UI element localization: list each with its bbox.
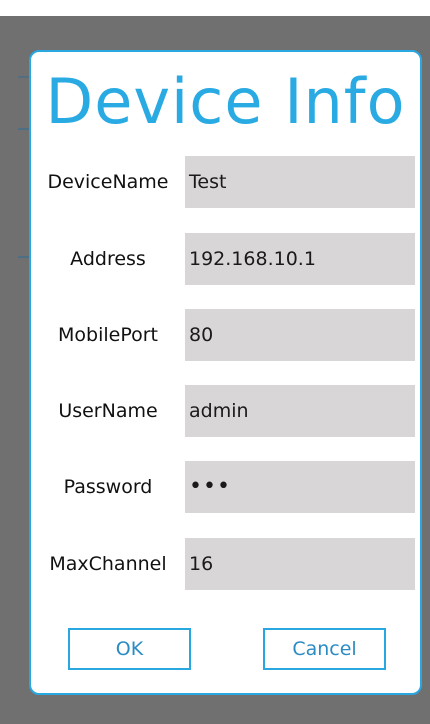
max-channel-input[interactable]: 16 (185, 538, 415, 590)
address-input[interactable]: 192.168.10.1 (185, 233, 415, 285)
device-name-row: DeviceName Test (31, 156, 420, 208)
max-channel-label: MaxChannel (49, 553, 167, 575)
max-channel-row: MaxChannel 16 (31, 538, 420, 590)
address-row: Address 192.168.10.1 (31, 233, 420, 285)
mobile-port-label: MobilePort (58, 324, 158, 346)
password-row: Password ••• (31, 461, 420, 513)
status-bar (0, 0, 430, 16)
mobile-port-row: MobilePort 80 (31, 309, 420, 361)
password-input[interactable]: ••• (185, 461, 415, 513)
ok-button[interactable]: OK (68, 628, 191, 670)
mobile-port-input[interactable]: 80 (185, 309, 415, 361)
device-name-label: DeviceName (47, 171, 169, 193)
user-name-row: UserName admin (31, 385, 420, 437)
user-name-label: UserName (58, 400, 158, 422)
dialog-title: Device Info (45, 65, 406, 138)
device-name-input[interactable]: Test (185, 156, 415, 208)
cancel-button[interactable]: Cancel (263, 628, 386, 670)
address-label: Address (70, 248, 146, 270)
device-info-dialog: Device Info DeviceName Test Address 192.… (29, 50, 422, 695)
password-label: Password (63, 476, 153, 498)
user-name-input[interactable]: admin (185, 385, 415, 437)
